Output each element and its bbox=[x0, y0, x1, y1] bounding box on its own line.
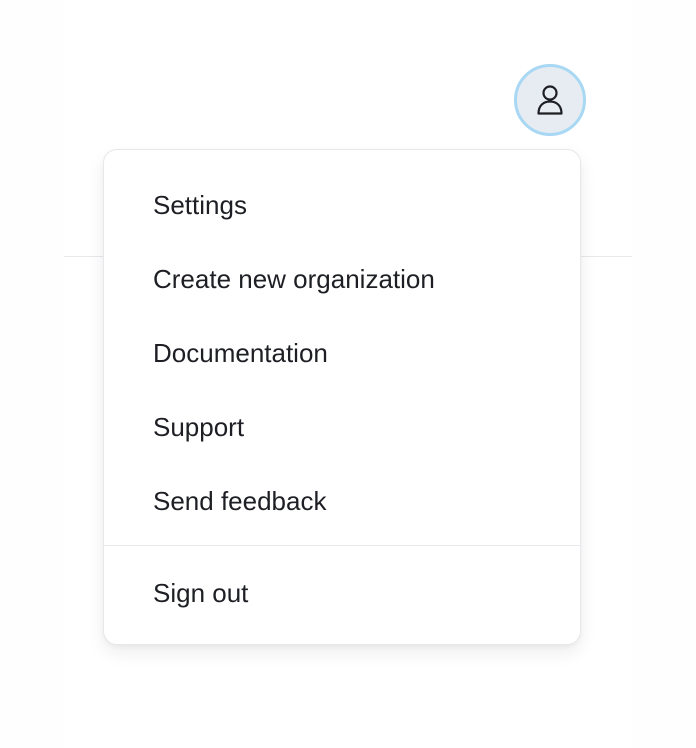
menu-item-label: Documentation bbox=[153, 337, 328, 368]
menu-item-label: Support bbox=[153, 411, 245, 442]
user-icon bbox=[537, 85, 563, 115]
menu-item-create-organization[interactable]: Create new organization bbox=[104, 242, 580, 316]
menu-item-documentation[interactable]: Documentation bbox=[104, 316, 580, 390]
menu-item-sign-out[interactable]: Sign out bbox=[104, 556, 580, 630]
menu-item-label: Sign out bbox=[153, 577, 249, 608]
menu-item-send-feedback[interactable]: Send feedback bbox=[104, 464, 580, 538]
user-dropdown-menu: Settings Create new organization Documen… bbox=[103, 149, 581, 645]
menu-item-support[interactable]: Support bbox=[104, 390, 580, 464]
menu-item-label: Settings bbox=[153, 189, 247, 220]
menu-item-label: Create new organization bbox=[153, 263, 435, 294]
user-avatar-button[interactable] bbox=[514, 64, 586, 136]
menu-divider bbox=[104, 545, 580, 546]
menu-item-label: Send feedback bbox=[153, 485, 327, 516]
menu-item-settings[interactable]: Settings bbox=[104, 168, 580, 242]
